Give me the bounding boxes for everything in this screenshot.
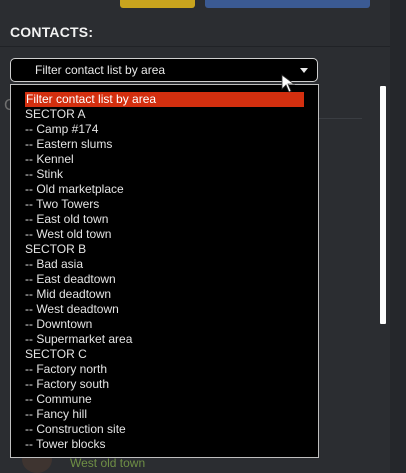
dropdown-option[interactable]: -- West old town [11, 227, 318, 242]
dropdown-option[interactable]: -- Two Towers [11, 197, 318, 212]
dropdown-option[interactable]: SECTOR A [11, 107, 318, 122]
dropdown-option-selected[interactable]: Filter contact list by area [25, 92, 304, 107]
area-filter-dropdown[interactable]: Filter contact list by area SECTOR A -- Ca… [10, 84, 319, 458]
dropdown-option[interactable]: -- East old town [11, 212, 318, 227]
mouse-cursor-icon [281, 74, 296, 93]
dropdown-option[interactable]: -- Construction site [11, 422, 318, 437]
dropdown-option[interactable]: -- West deadtown [11, 302, 318, 317]
dropdown-option[interactable]: -- Bad asia [11, 257, 318, 272]
dropdown-option[interactable]: SECTOR B [11, 242, 318, 257]
dropdown-option[interactable]: -- Downtown [11, 317, 318, 332]
dropdown-option[interactable]: -- Factory north [11, 362, 318, 377]
dropdown-option[interactable]: -- Camp #174 [11, 122, 318, 137]
list-scrollbar[interactable] [380, 86, 386, 324]
dropdown-option[interactable]: -- East deadtown [11, 272, 318, 287]
top-yellow-button[interactable] [120, 0, 195, 8]
contact-name[interactable]: West old town [70, 456, 145, 470]
dropdown-option[interactable]: -- Eastern slums [11, 137, 318, 152]
dropdown-option[interactable]: -- Fancy hill [11, 407, 318, 422]
area-filter-value: Filter contact list by area [35, 63, 166, 77]
dropdown-option[interactable]: -- Mid deadtown [11, 287, 318, 302]
dropdown-option[interactable]: -- Old marketplace [11, 182, 318, 197]
chevron-down-icon [300, 68, 308, 73]
dropdown-option[interactable]: -- Tower blocks [11, 437, 318, 452]
area-filter-select[interactable]: Filter contact list by area [10, 58, 318, 82]
dropdown-option[interactable]: -- Stink [11, 167, 318, 182]
right-edge-panel [390, 0, 406, 473]
dropdown-option[interactable]: -- Factory south [11, 377, 318, 392]
top-blue-button[interactable] [205, 0, 370, 8]
dropdown-option[interactable]: -- Supermarket area [11, 332, 318, 347]
dropdown-option[interactable]: -- Kennel [11, 152, 318, 167]
dropdown-option[interactable]: SECTOR C [11, 347, 318, 362]
contacts-heading: CONTACTS: [10, 24, 94, 40]
dropdown-option[interactable]: -- Commune [11, 392, 318, 407]
header-divider [0, 46, 390, 47]
